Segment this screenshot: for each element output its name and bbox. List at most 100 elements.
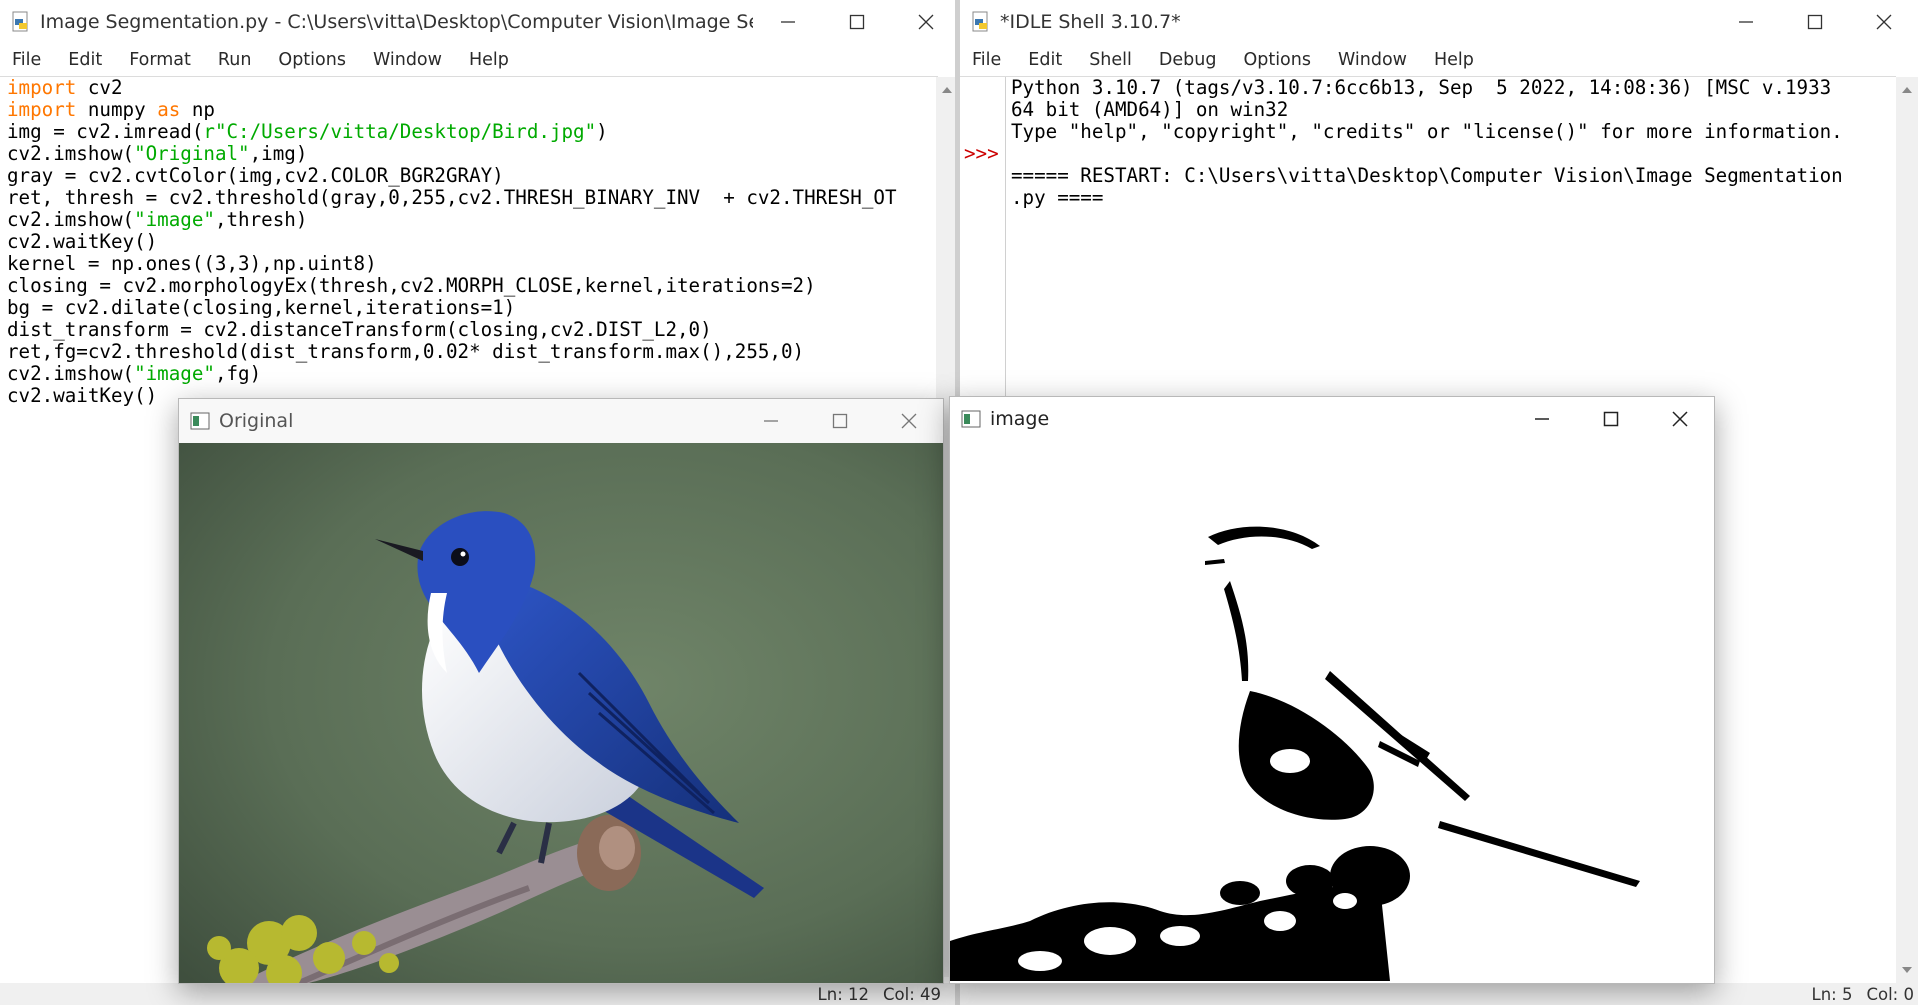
menu-debug[interactable]: Debug xyxy=(1159,50,1217,70)
minimize-button[interactable] xyxy=(736,399,805,443)
opencv-window-icon xyxy=(961,410,981,428)
code-text: cv2.imshow( xyxy=(7,208,135,231)
code-text: ret, thresh = cv2.threshold(gray,0,255,c… xyxy=(7,186,897,209)
shell-column-number: Col: 0 xyxy=(1866,984,1914,1004)
code-line: closing = cv2.morphologyEx(thresh,cv2.MO… xyxy=(7,275,925,297)
bird-photo xyxy=(179,443,943,983)
code-line: cv2.imshow("image",fg) xyxy=(7,363,925,385)
code-text: ,img) xyxy=(249,142,308,165)
code-line: kernel = np.ones((3,3),np.uint8) xyxy=(7,253,925,275)
menu-file[interactable]: File xyxy=(12,50,41,70)
original-titlebar[interactable]: Original xyxy=(179,399,943,443)
shell-statusbar: Ln: 5 Col: 0 xyxy=(960,983,1918,1005)
editor-titlebar[interactable]: Image Segmentation.py - C:\Users\vitta\D… xyxy=(0,0,960,44)
scroll-down-arrow-icon[interactable] xyxy=(1896,959,1918,981)
code-text: ,fg) xyxy=(214,362,262,385)
minimize-button[interactable] xyxy=(1711,0,1780,44)
threshold-title: image xyxy=(990,408,1050,430)
code-keyword: import xyxy=(7,77,77,99)
code-text: ,thresh) xyxy=(214,208,308,231)
code-keyword: import xyxy=(7,98,77,121)
maximize-button[interactable] xyxy=(1780,0,1849,44)
menu-options[interactable]: Options xyxy=(278,50,346,70)
menu-edit[interactable]: Edit xyxy=(68,50,102,70)
close-icon xyxy=(1876,14,1891,30)
minimize-icon xyxy=(763,420,778,422)
code-string: "image" xyxy=(134,362,215,385)
code-text: img = cv2.imread( xyxy=(7,120,204,143)
code-text: kernel = np.ones((3,3),np.uint8) xyxy=(7,252,377,275)
code-text: gray = cv2.cvtColor(img,cv2.COLOR_BGR2GR… xyxy=(7,164,504,187)
menu-format[interactable]: Format xyxy=(129,50,191,70)
menu-window[interactable]: Window xyxy=(1338,50,1407,70)
code-line: import cv2 xyxy=(7,77,925,99)
python-shell-icon xyxy=(972,11,988,32)
code-text: np xyxy=(180,98,215,121)
menu-shell[interactable]: Shell xyxy=(1089,50,1132,70)
shell-output-line xyxy=(1011,143,1891,165)
shell-titlebar[interactable]: *IDLE Shell 3.10.7* xyxy=(960,0,1918,44)
editor-line-number: Ln: 12 xyxy=(817,984,869,1004)
code-text: cv2.imshow( xyxy=(7,142,135,165)
code-keyword: as xyxy=(157,98,181,121)
close-icon xyxy=(1671,411,1688,427)
python-file-icon xyxy=(12,11,28,32)
maximize-icon xyxy=(1807,14,1822,30)
menu-options[interactable]: Options xyxy=(1243,50,1311,70)
threshold-titlebar[interactable]: image xyxy=(950,397,1714,441)
code-text: ) xyxy=(596,120,608,143)
close-icon xyxy=(918,14,933,30)
code-string: "image" xyxy=(134,208,215,231)
code-line: img = cv2.imread(r"C:/Users/vitta/Deskto… xyxy=(7,121,925,143)
maximize-button[interactable] xyxy=(822,0,891,44)
code-line: import numpy as np xyxy=(7,99,925,121)
menu-help[interactable]: Help xyxy=(469,50,509,70)
shell-output-line: Python 3.10.7 (tags/v3.10.7:6cc6b13, Sep… xyxy=(1011,77,1832,99)
shell-output-line: .py ==== xyxy=(1011,186,1104,209)
shell-line-number: Ln: 5 xyxy=(1811,984,1853,1004)
shell-title: *IDLE Shell 3.10.7* xyxy=(1000,11,1181,33)
code-text: closing = cv2.morphologyEx(thresh,cv2.MO… xyxy=(7,274,816,297)
maximize-button[interactable] xyxy=(1576,397,1645,441)
minimize-button[interactable] xyxy=(753,0,822,44)
shell-vertical-scrollbar[interactable] xyxy=(1896,77,1918,983)
code-line: ret,fg=cv2.threshold(dist_transform,0.02… xyxy=(7,341,925,363)
maximize-icon xyxy=(849,14,864,30)
menu-run[interactable]: Run xyxy=(218,50,252,70)
close-button[interactable] xyxy=(891,0,960,44)
editor-statusbar: Ln: 12 Col: 49 xyxy=(0,983,955,1005)
code-string: "Original" xyxy=(134,142,250,165)
minimize-icon xyxy=(780,21,795,23)
menu-file[interactable]: File xyxy=(972,50,1001,70)
close-icon xyxy=(901,413,916,429)
code-text: cv2.waitKey() xyxy=(7,230,158,253)
menu-edit[interactable]: Edit xyxy=(1028,50,1062,70)
code-line: ret, thresh = cv2.threshold(gray,0,255,c… xyxy=(7,187,925,209)
minimize-icon xyxy=(1534,418,1549,420)
scroll-up-arrow-icon[interactable] xyxy=(1896,79,1918,101)
code-text: ret,fg=cv2.threshold(dist_transform,0.02… xyxy=(7,340,805,363)
close-button[interactable] xyxy=(1849,0,1918,44)
code-line: cv2.waitKey() xyxy=(7,231,925,253)
maximize-button[interactable] xyxy=(805,399,874,443)
shell-prompt: >>> xyxy=(964,142,999,165)
code-text: cv2.waitKey() xyxy=(7,384,158,407)
minimize-button[interactable] xyxy=(1507,397,1576,441)
code-line: cv2.imshow("Original",img) xyxy=(7,143,925,165)
maximize-icon xyxy=(832,413,847,429)
editor-menubar: File Edit Format Run Options Window Help xyxy=(0,44,960,76)
code-text: cv2.imshow( xyxy=(7,362,135,385)
original-image-window: Original xyxy=(178,398,944,984)
menu-help[interactable]: Help xyxy=(1434,50,1474,70)
shell-menubar: File Edit Shell Debug Options Window Hel… xyxy=(960,44,1918,76)
shell-output-line: ===== RESTART: C:\Users\vitta\Desktop\Co… xyxy=(1011,164,1843,187)
opencv-window-icon xyxy=(190,412,210,430)
code-line: gray = cv2.cvtColor(img,cv2.COLOR_BGR2GR… xyxy=(7,165,925,187)
code-text: dist_transform = cv2.distanceTransform(c… xyxy=(7,318,712,341)
shell-output-line: 64 bit (AMD64)] on win32 xyxy=(1011,98,1289,121)
close-button[interactable] xyxy=(874,399,943,443)
menu-window[interactable]: Window xyxy=(373,50,442,70)
code-text: cv2 xyxy=(76,77,123,99)
close-button[interactable] xyxy=(1645,397,1714,441)
original-title: Original xyxy=(219,410,294,432)
